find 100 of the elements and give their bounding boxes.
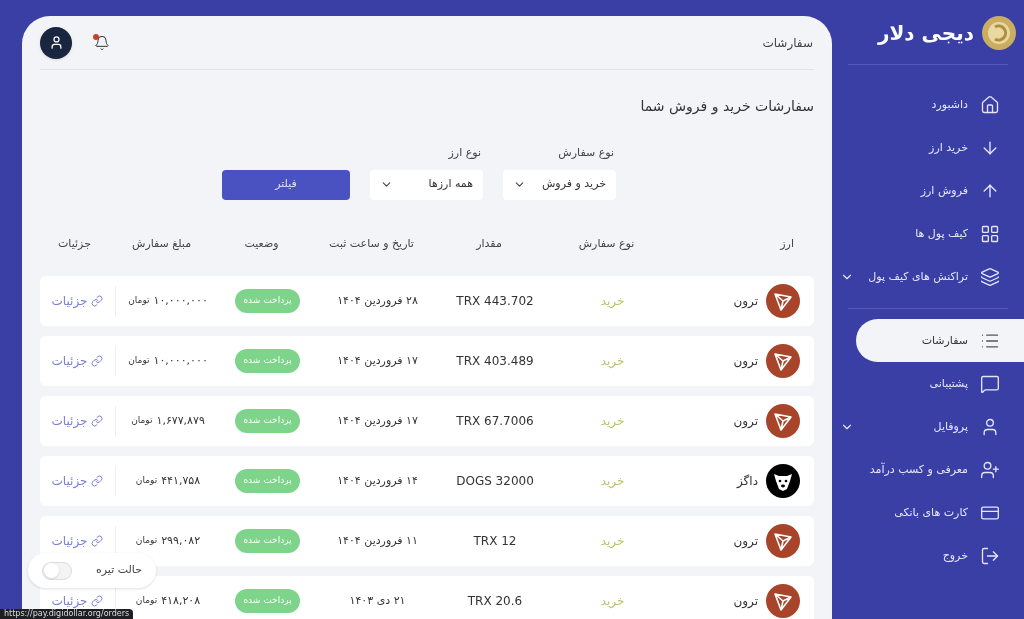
order-date: ۱۷ فروردین ۱۴۰۴ [336,352,419,369]
page-title: سفارشات خرید و فروش شما [639,97,814,117]
avatar-button[interactable] [40,26,72,59]
sidebar-item[interactable]: خروج [832,534,1024,577]
url-tooltip: https://pay.digidollar.org/orders [0,609,134,619]
currency-name: ترون [733,593,758,610]
grid-icon [980,223,1000,244]
order-amount: TRX 67.7006 [455,413,535,430]
link-icon [91,595,104,607]
user-plus-icon [980,459,1000,480]
triangle-coin-icon [766,524,800,558]
details-link[interactable]: جزئیات [51,414,104,428]
sidebar-label: فروش ارز [919,182,968,199]
column-header: تاریخ و ساعت ثبت [328,235,415,252]
user-icon [48,35,64,50]
sidebar-label: پشتیبانی [928,375,968,392]
currency-unit: تومان [135,534,158,548]
currency-unit: تومان [135,474,158,488]
order-amount: TRX 443.702 [455,293,535,310]
details-link[interactable]: جزئیات [51,594,104,608]
sidebar-item[interactable]: کیف پول ها [832,212,1024,255]
triangle-coin-icon [766,404,800,438]
sidebar-label: پروفایل [932,418,968,435]
sidebar-item[interactable]: خرید ارز [832,126,1024,169]
column-header: مبلغ سفارش [130,235,193,252]
details-link[interactable]: جزئیات [51,534,104,548]
order-amount: DOGS 32000 [455,473,535,490]
link-icon [91,295,104,307]
sidebar-item[interactable]: کارت های بانکی [832,491,1024,534]
sidebar-label: کارت های بانکی [893,504,968,521]
order-type: خرید [599,413,626,430]
link-icon [91,355,104,367]
status-badge: پرداخت شده [235,469,300,493]
sidebar-item[interactable]: پشتیبانی [832,362,1024,405]
sidebar-label: خروج [941,547,968,564]
chat-icon [980,373,1000,394]
column-header: جزئیات [57,235,92,252]
order-type: خرید [599,293,626,310]
status-badge: پرداخت شده [235,349,300,373]
filter-label: نوع ارز [447,145,482,161]
currency-unit: تومان [128,354,150,368]
details-link[interactable]: جزئیات [51,474,104,488]
link-icon [91,535,104,547]
status-badge: پرداخت شده [235,589,300,613]
link-icon [91,475,104,487]
notification-button[interactable] [92,32,112,53]
order-date: ۱۱ فروردین ۱۴۰۴ [336,532,419,549]
currency-unit: تومان [135,594,158,608]
select-field[interactable]: همه ارزها [370,169,483,200]
sidebar-item[interactable]: تراکنش های کیف پول [832,255,1024,298]
order-type: خرید [599,353,626,370]
layers-icon [980,266,1000,287]
filter-button[interactable]: فیلتر [222,169,350,200]
order-price: ۴۱۸,۲۰۸ [161,592,201,609]
order-type: خرید [599,533,626,550]
sidebar-item[interactable]: معرفی و کسب درآمد [832,448,1024,491]
currency-name: ترون [733,533,758,550]
currency-unit: تومان [131,414,153,428]
order-type: خرید [599,593,626,610]
bell-icon [94,34,110,51]
sidebar-label: سفارشات [920,332,968,349]
currency-name: ترون [733,353,758,370]
filter-label: نوع سفارش [557,145,615,161]
order-amount: TRX 12 [472,533,518,550]
order-date: ۲۸ فروردین ۱۴۰۴ [336,292,419,309]
order-date: ۱۷ فروردین ۱۴۰۴ [336,412,419,429]
home-icon [980,94,1000,115]
details-link[interactable]: جزئیات [51,294,104,308]
dark-mode-toggle[interactable] [42,561,72,580]
sidebar-item[interactable]: پروفایل [832,405,1024,448]
select-field[interactable]: خرید و فروش [503,169,616,200]
currency-name: داگز [737,473,758,490]
details-link[interactable]: جزئیات [51,354,104,368]
order-type: خرید [599,473,626,490]
order-price: ۴۴۱,۷۵۸ [161,472,201,489]
sidebar-item[interactable]: فروش ارز [832,169,1024,212]
triangle-coin-icon [766,284,800,318]
column-header: مقدار [474,235,503,252]
order-price: ۱۰,۰۰۰,۰۰۰ [153,352,208,369]
column-header: ارز [778,235,794,252]
sidebar-item[interactable]: سفارشات [856,319,1024,362]
order-price: ۱,۶۷۷,۸۷۹ [156,412,205,429]
currency-unit: تومان [128,294,150,308]
status-badge: پرداخت شده [235,529,300,553]
order-amount: TRX 403.489 [455,353,535,370]
triangle-coin-icon [766,344,800,378]
order-amount: TRX 20.6 [466,593,524,610]
order-date: ۱۴ فروردین ۱۴۰۴ [336,472,419,489]
coin-logo-icon [982,16,1016,50]
sidebar-label: کیف پول ها [914,225,968,242]
dog-coin-icon [766,464,800,498]
column-header: وضعیت [243,235,280,252]
breadcrumb: سفارشات [762,34,814,52]
sidebar-item[interactable]: داشبورد [832,83,1024,126]
brand-name: دیجی دلار [877,20,974,47]
logout-icon [980,545,1000,566]
status-badge: پرداخت شده [235,409,300,433]
sidebar-label: داشبورد [930,96,968,113]
currency-name: ترون [733,293,758,310]
order-date: ۲۱ دی ۱۴۰۳ [348,592,407,609]
